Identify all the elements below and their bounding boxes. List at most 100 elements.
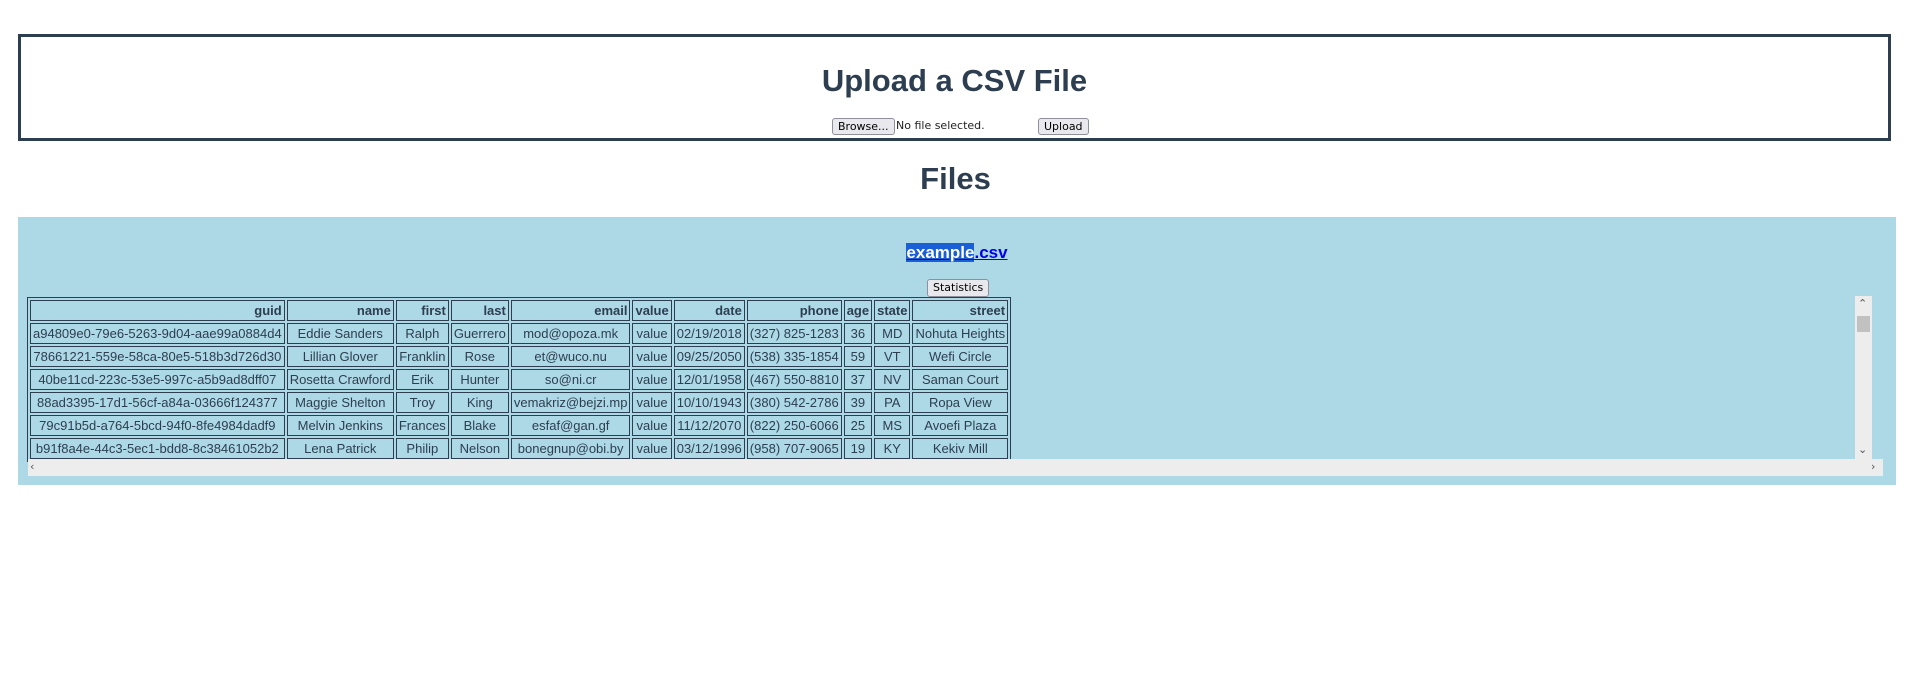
chevron-down-icon[interactable]: ⌄ (1858, 444, 1867, 456)
table-cell-last: King (450, 392, 509, 413)
file-title: example.csv (18, 243, 1896, 263)
column-header-last: last (450, 300, 509, 321)
table-cell-street: Ropa View (912, 392, 1009, 413)
files-heading: Files (920, 161, 991, 196)
column-header-phone: phone (746, 300, 842, 321)
table-cell-last: Guerrero (450, 323, 509, 344)
table-cell-state: MS (874, 415, 911, 436)
table-cell-phone: (958) 707-9065 (746, 438, 842, 459)
column-header-guid: guid (30, 300, 285, 321)
table-cell-guid: 78661221-559e-58ca-80e5-518b3d726d30 (30, 346, 285, 367)
table-cell-street: Kekiv Mill (912, 438, 1009, 459)
table-cell-value: value (632, 323, 672, 344)
chevron-left-icon[interactable]: ‹ (30, 461, 34, 473)
table-cell-guid: a94809e0-79e6-5263-9d04-aae99a0884d4 (30, 323, 285, 344)
table-cell-phone: (467) 550-8810 (746, 369, 842, 390)
table-row: a94809e0-79e6-5263-9d04-aae99a0884d4 Eddi… (30, 323, 1009, 344)
column-header-date: date (673, 300, 745, 321)
table-cell-phone: (327) 825-1283 (746, 323, 842, 344)
table-cell-guid: b91f8a4e-44c3-5ec1-bdd8-8c38461052b2 (30, 438, 285, 459)
vertical-scroll-thumb[interactable] (1857, 316, 1870, 332)
column-header-state: state (874, 300, 911, 321)
table-cell-street: Wefi Circle (912, 346, 1009, 367)
table-cell-state: PA (874, 392, 911, 413)
table-cell-value: value (632, 346, 672, 367)
table-cell-state: MD (874, 323, 911, 344)
table-cell-age: 59 (843, 346, 873, 367)
upload-button[interactable]: Upload (1038, 118, 1089, 135)
file-status-text: No file selected. (896, 119, 985, 132)
file-link[interactable]: example.csv (906, 243, 1008, 262)
file-panel: example.csv Statistics guid name first last… (18, 217, 1896, 485)
table-cell-phone: (822) 250-6066 (746, 415, 842, 436)
file-name-selection: example (906, 243, 975, 262)
chevron-up-icon[interactable]: ⌃ (1858, 298, 1867, 310)
column-header-email: email (510, 300, 631, 321)
table-cell-street: Avoefi Plaza (912, 415, 1009, 436)
table-row: 40be11cd-223c-53e5-997c-a5b9ad8dff07 Rose… (30, 369, 1009, 390)
table-cell-email: et@wuco.nu (510, 346, 631, 367)
table-cell-first: Franklin (395, 346, 449, 367)
table-cell-guid: 88ad3395-17d1-56cf-a84a-03666f124377 (30, 392, 285, 413)
table-cell-date: 10/10/1943 (673, 392, 745, 413)
table-cell-last: Rose (450, 346, 509, 367)
table-scroll-area[interactable]: guid name first last email value date phone age s… (27, 297, 1879, 476)
table-cell-date: 11/12/2070 (673, 415, 745, 436)
table-cell-name: Melvin Jenkins (286, 415, 394, 436)
table-row: 88ad3395-17d1-56cf-a84a-03666f124377 Magg… (30, 392, 1009, 413)
table-cell-last: Blake (450, 415, 509, 436)
table-cell-street: Nohuta Heights (912, 323, 1009, 344)
table-cell-age: 19 (843, 438, 873, 459)
table-cell-date: 09/25/2050 (673, 346, 745, 367)
table-cell-name: Lillian Glover (286, 346, 394, 367)
table-cell-value: value (632, 392, 672, 413)
upload-title: Upload a CSV File (821, 63, 1088, 98)
csv-table: guid name first last email value date phone age s… (27, 297, 1012, 462)
table-row: 78661221-559e-58ca-80e5-518b3d726d30 Lill… (30, 346, 1009, 367)
table-body: a94809e0-79e6-5263-9d04-aae99a0884d4 Eddi… (30, 323, 1009, 459)
column-header-value: value (632, 300, 672, 321)
table-cell-date: 03/12/1996 (673, 438, 745, 459)
column-header-age: age (843, 300, 873, 321)
table-cell-value: value (632, 438, 672, 459)
upload-form: Browse... No file selected. Upload (21, 118, 1888, 138)
file-name-extension: .csv (974, 243, 1008, 262)
table-cell-first: Philip (395, 438, 449, 459)
table-cell-first: Troy (395, 392, 449, 413)
table-cell-age: 36 (843, 323, 873, 344)
table-cell-name: Eddie Sanders (286, 323, 394, 344)
browse-button[interactable]: Browse... (832, 118, 895, 135)
table-row: b91f8a4e-44c3-5ec1-bdd8-8c38461052b2 Lena… (30, 438, 1009, 459)
horizontal-scrollbar[interactable]: ‹ › (28, 459, 1883, 476)
table-cell-name: Lena Patrick (286, 438, 394, 459)
table-cell-first: Frances (395, 415, 449, 436)
table-cell-first: Erik (395, 369, 449, 390)
table-cell-age: 25 (843, 415, 873, 436)
table-cell-last: Nelson (450, 438, 509, 459)
upload-section: Upload a CSV File Browse... No file sele… (18, 34, 1891, 141)
table-cell-street: Saman Court (912, 369, 1009, 390)
table-cell-email: vemakriz@bejzi.mp (510, 392, 631, 413)
table-cell-first: Ralph (395, 323, 449, 344)
table-cell-state: VT (874, 346, 911, 367)
chevron-right-icon[interactable]: › (1871, 461, 1875, 473)
table-cell-email: esfaf@gan.gf (510, 415, 631, 436)
table-header-row: guid name first last email value date phone age s… (30, 300, 1009, 321)
table-cell-phone: (538) 335-1854 (746, 346, 842, 367)
column-header-street: street (912, 300, 1009, 321)
table-cell-value: value (632, 415, 672, 436)
table-cell-date: 12/01/1958 (673, 369, 745, 390)
column-header-first: first (395, 300, 449, 321)
statistics-button[interactable]: Statistics (927, 279, 990, 297)
table-cell-email: bonegnup@obi.by (510, 438, 631, 459)
table-cell-email: so@ni.cr (510, 369, 631, 390)
table-cell-email: mod@opoza.mk (510, 323, 631, 344)
table-cell-guid: 79c91b5d-a764-5bcd-94f0-8fe4984dadf9 (30, 415, 285, 436)
table-cell-last: Hunter (450, 369, 509, 390)
table-cell-age: 39 (843, 392, 873, 413)
table-cell-guid: 40be11cd-223c-53e5-997c-a5b9ad8dff07 (30, 369, 285, 390)
vertical-scrollbar[interactable]: ⌃ ⌄ (1855, 296, 1872, 460)
table-cell-value: value (632, 369, 672, 390)
table-cell-name: Rosetta Crawford (286, 369, 394, 390)
column-header-name: name (286, 300, 394, 321)
